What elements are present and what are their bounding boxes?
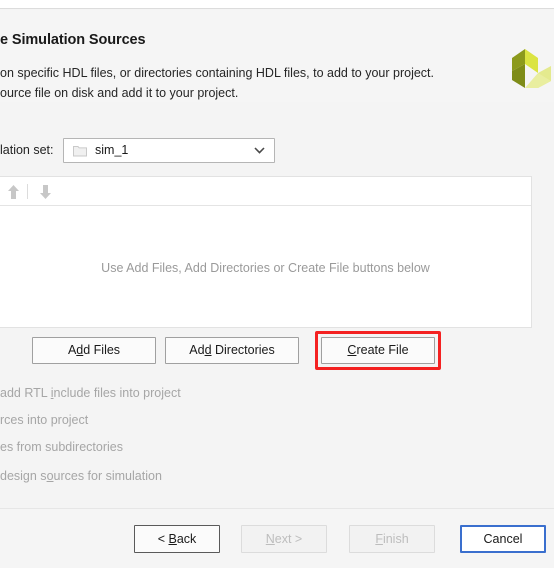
back-label-post: ack bbox=[176, 532, 197, 546]
back-label-pre: < bbox=[157, 532, 169, 546]
source-list-toolbar bbox=[0, 177, 531, 206]
add-files-button[interactable]: Add Files bbox=[32, 337, 156, 364]
simulation-set-value: sim_1 bbox=[95, 143, 129, 157]
simulation-set-label: lation set: bbox=[0, 143, 54, 157]
add-files-label-post: d Files bbox=[83, 343, 121, 357]
page-title: e Simulation Sources bbox=[0, 32, 146, 48]
toolbar-separator bbox=[27, 184, 28, 199]
arrow-up-icon[interactable] bbox=[6, 184, 21, 200]
source-file-list-panel: Use Add Files, Add Directories or Create… bbox=[0, 176, 532, 328]
dialog-header: e Simulation Sources on specific HDL fil… bbox=[0, 10, 554, 102]
page-description-line-2: ource file on disk and add it to your pr… bbox=[0, 86, 239, 100]
finish-mnemonic: F bbox=[375, 532, 383, 546]
empty-list-message: Use Add Files, Add Directories or Create… bbox=[101, 261, 430, 275]
next-label-post: ext > bbox=[274, 532, 303, 546]
chk1-post: nclude files into project bbox=[53, 386, 181, 400]
page-description-line-1: on specific HDL files, or directories co… bbox=[0, 66, 434, 80]
chk1-pre: add RTL bbox=[0, 386, 51, 400]
create-file-highlight-box bbox=[315, 331, 441, 370]
xilinx-pinwheel-logo bbox=[512, 49, 551, 88]
chk4-pre: design s bbox=[0, 469, 47, 483]
add-directories-mnemonic: d bbox=[204, 343, 212, 357]
dialog-top-edge bbox=[0, 0, 554, 9]
finish-label-post: inish bbox=[382, 532, 409, 546]
back-button[interactable]: < Back bbox=[134, 525, 220, 553]
checkbox-label-copy-sources-into-project[interactable]: rces into project bbox=[0, 413, 88, 427]
simulation-set-combobox[interactable]: sim_1 bbox=[63, 138, 275, 163]
add-directories-label-pre: Ad bbox=[189, 343, 205, 357]
arrow-down-icon[interactable] bbox=[38, 184, 53, 200]
chk4-mnemonic: o bbox=[46, 469, 54, 483]
cancel-label: Cancel bbox=[483, 532, 523, 546]
chk3-pre: es from subdirectories bbox=[0, 440, 123, 454]
checkbox-label-include-from-subdirectories[interactable]: es from subdirectories bbox=[0, 440, 123, 454]
checkbox-label-include-design-sources-for-simulation[interactable]: design sources for simulation bbox=[0, 469, 162, 483]
next-button: Next > bbox=[241, 525, 327, 553]
add-directories-button[interactable]: Add Directories bbox=[165, 337, 299, 364]
chk2-pre: rces into project bbox=[0, 413, 89, 427]
back-mnemonic: B bbox=[168, 532, 177, 546]
chk4-post: urces for simulation bbox=[53, 469, 162, 483]
folder-icon bbox=[73, 146, 87, 157]
checkbox-label-scan-add-rtl-include[interactable]: add RTL include files into project bbox=[0, 386, 181, 400]
next-mnemonic: N bbox=[265, 532, 275, 546]
add-directories-label-post: Directories bbox=[211, 343, 275, 357]
chevron-down-icon[interactable] bbox=[254, 147, 265, 154]
finish-button: Finish bbox=[349, 525, 435, 553]
add-simulation-sources-dialog: e Simulation Sources on specific HDL fil… bbox=[0, 0, 554, 568]
cancel-button[interactable]: Cancel bbox=[460, 525, 546, 553]
